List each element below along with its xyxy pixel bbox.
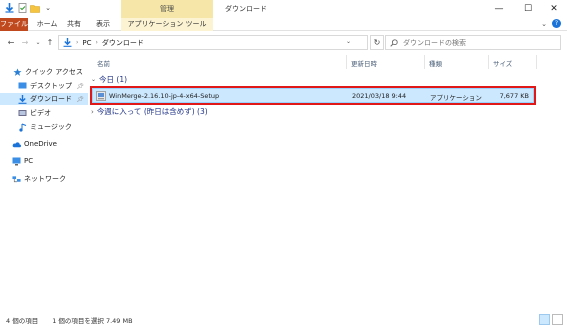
pin-icon[interactable]: 📌︎ bbox=[76, 96, 84, 103]
close-button[interactable]: ✕ bbox=[541, 0, 567, 18]
navigation-pane: クイック アクセス デスクトップ 📌︎ ダウンロード 📌︎ ビデオ ミュージック… bbox=[0, 55, 88, 311]
tab-home[interactable]: ホーム bbox=[34, 18, 60, 31]
sidebar-item-label: ダウンロード bbox=[30, 95, 72, 103]
minimize-button[interactable]: — bbox=[486, 0, 512, 18]
status-bar: 4 個の項目 1 個の項目を選択 7.49 MB bbox=[0, 311, 567, 329]
collapse-ribbon-icon[interactable]: ⌄ bbox=[541, 20, 547, 28]
view-switcher bbox=[539, 314, 563, 325]
file-list: 名前 更新日時 種類 サイズ ⌄ 今日 (1) WinMerge-2.16.10… bbox=[88, 55, 567, 311]
new-folder-icon[interactable] bbox=[30, 3, 40, 13]
breadcrumb-separator-icon: › bbox=[95, 39, 98, 46]
sidebar-item-pc[interactable]: PC bbox=[0, 155, 88, 167]
column-header-size[interactable]: サイズ bbox=[493, 58, 512, 68]
search-placeholder: ダウンロードの検索 bbox=[403, 38, 466, 47]
maximize-button[interactable]: ☐ bbox=[515, 0, 541, 18]
chevron-down-icon: ⌄ bbox=[91, 76, 97, 83]
sidebar-item-label: デスクトップ bbox=[30, 82, 72, 90]
sidebar-item-desktop[interactable]: デスクトップ 📌︎ bbox=[0, 80, 88, 92]
window-title: ダウンロード bbox=[225, 5, 267, 13]
sidebar-item-label: PC bbox=[24, 157, 34, 165]
sidebar-item-label: ビデオ bbox=[30, 109, 51, 117]
forward-button[interactable]: → bbox=[20, 37, 30, 48]
sidebar-item-onedrive[interactable]: OneDrive bbox=[0, 138, 88, 150]
address-bar[interactable]: › PC › ダウンロード ⌄ bbox=[58, 35, 368, 50]
chevron-right-icon: › bbox=[91, 107, 94, 116]
group-today[interactable]: ⌄ 今日 (1) bbox=[91, 74, 127, 85]
address-dropdown-icon[interactable]: ⌄ bbox=[346, 38, 351, 45]
location-icon bbox=[63, 38, 72, 47]
tab-view[interactable]: 表示 bbox=[93, 18, 113, 31]
tab-application-tools[interactable]: アプリケーション ツール bbox=[121, 18, 213, 31]
sidebar-item-label: ミュージック bbox=[30, 123, 72, 131]
breadcrumb-downloads[interactable]: ダウンロード bbox=[102, 38, 144, 48]
column-header-name[interactable]: 名前 bbox=[97, 58, 110, 68]
search-icon bbox=[390, 38, 398, 47]
column-header-date[interactable]: 更新日時 bbox=[351, 58, 377, 68]
column-divider[interactable] bbox=[424, 55, 425, 69]
sidebar-item-videos[interactable]: ビデオ bbox=[0, 107, 88, 119]
customize-toolbar-icon[interactable]: ⌄ bbox=[43, 3, 53, 13]
item-count: 4 個の項目 bbox=[6, 317, 39, 325]
highlight-box bbox=[90, 86, 536, 105]
pin-icon[interactable]: 📌︎ bbox=[76, 83, 84, 90]
group-label: 今週に入って (昨日は含めず) (3) bbox=[96, 107, 208, 116]
contextual-tab-manage[interactable]: 管理 bbox=[121, 0, 213, 18]
star-icon bbox=[13, 67, 22, 77]
sidebar-item-label: ネットワーク bbox=[24, 175, 66, 183]
column-divider[interactable] bbox=[536, 55, 537, 69]
sidebar-item-network[interactable]: ネットワーク bbox=[0, 173, 88, 185]
sidebar-item-label: クイック アクセス bbox=[25, 68, 83, 76]
download-folder-icon bbox=[18, 94, 27, 104]
large-icons-view-icon[interactable] bbox=[552, 314, 563, 325]
details-view-icon[interactable] bbox=[539, 314, 550, 325]
quick-access-toolbar: ⌄ bbox=[4, 3, 53, 13]
ribbon-controls: ⌄ ? bbox=[541, 19, 561, 28]
column-divider[interactable] bbox=[346, 55, 347, 69]
ribbon-tabs: ファイル ホーム 共有 表示 アプリケーション ツール ⌄ ? bbox=[0, 18, 567, 31]
desktop-icon bbox=[18, 82, 27, 91]
navigation-bar: ← → ⌄ ↑ › PC › ダウンロード ⌄ ↻ ダウンロードの検索 bbox=[0, 33, 567, 52]
sidebar-item-label: OneDrive bbox=[24, 140, 57, 148]
network-icon bbox=[12, 175, 21, 184]
group-this-week[interactable]: › 今週に入って (昨日は含めず) (3) bbox=[91, 106, 208, 117]
group-label: 今日 (1) bbox=[99, 75, 128, 84]
selection-info: 1 個の項目を選択 7.49 MB bbox=[52, 317, 133, 325]
breadcrumb-pc[interactable]: PC bbox=[82, 39, 91, 47]
download-arrow-icon[interactable] bbox=[4, 3, 14, 13]
music-icon bbox=[18, 122, 27, 132]
tab-share[interactable]: 共有 bbox=[64, 18, 84, 31]
back-button[interactable]: ← bbox=[6, 37, 16, 48]
title-bar: ⌄ 管理 ダウンロード — ☐ ✕ bbox=[0, 0, 567, 18]
column-divider[interactable] bbox=[488, 55, 489, 69]
sidebar-item-quick-access[interactable]: クイック アクセス bbox=[0, 66, 88, 78]
sidebar-item-music[interactable]: ミュージック bbox=[0, 121, 88, 133]
search-input[interactable]: ダウンロードの検索 bbox=[385, 35, 561, 50]
help-icon[interactable]: ? bbox=[552, 19, 561, 28]
computer-icon bbox=[12, 157, 21, 166]
video-icon bbox=[18, 109, 27, 118]
tab-file[interactable]: ファイル bbox=[0, 18, 28, 31]
sidebar-item-downloads[interactable]: ダウンロード 📌︎ bbox=[0, 93, 88, 105]
up-button[interactable]: ↑ bbox=[45, 37, 55, 48]
column-header-type[interactable]: 種類 bbox=[429, 58, 442, 68]
breadcrumb-separator-icon: › bbox=[76, 39, 79, 46]
recent-locations-button[interactable]: ⌄ bbox=[33, 37, 43, 48]
refresh-button[interactable]: ↻ bbox=[370, 35, 384, 50]
properties-icon[interactable] bbox=[17, 3, 27, 13]
cloud-icon bbox=[12, 140, 21, 149]
